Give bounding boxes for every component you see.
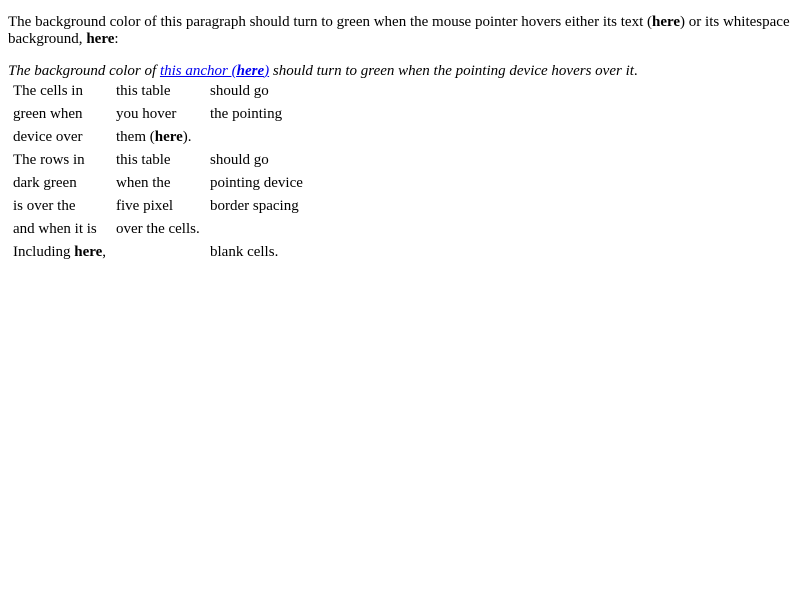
table-cell: and when it is — [13, 221, 97, 237]
cell-text: them ( — [116, 129, 155, 145]
cell-text: ). — [182, 129, 192, 145]
paragraph-text-3: : — [114, 31, 119, 47]
cell-text: , — [102, 244, 107, 260]
table-cell: over the cells. — [116, 221, 200, 237]
table-cell: The rows in — [13, 152, 85, 168]
table-cell[interactable]: this table — [115, 82, 204, 100]
table-cell[interactable]: device over — [12, 128, 110, 146]
hover-anchor-link[interactable]: this anchor (here) — [160, 63, 269, 79]
table-cell-empty — [209, 220, 304, 238]
hover-table: The cells in this table should go green … — [7, 77, 309, 266]
hover-paragraph[interactable]: The background color of this paragraph s… — [8, 14, 792, 48]
cell-here: here — [154, 129, 183, 145]
italic-paragraph: The background color of this anchor (her… — [8, 63, 792, 80]
table-cell: dark green — [13, 175, 77, 191]
table-cell: five pixel — [116, 198, 174, 214]
cell-here: here — [74, 244, 103, 260]
table-row[interactable]: is over the five pixel border spacing — [12, 197, 304, 215]
table-cell[interactable]: you hover — [115, 105, 204, 123]
table-cell: this table — [116, 152, 171, 168]
table-cell-empty — [115, 243, 204, 261]
table-cell[interactable]: them (here). — [115, 128, 204, 146]
table-cell[interactable]: The cells in — [12, 82, 110, 100]
table-cell[interactable]: should go — [209, 82, 304, 100]
table-cell[interactable]: the pointing — [209, 105, 304, 123]
table-row[interactable]: The rows in this table should go — [12, 151, 304, 169]
italic-text-after: should turn to green when the pointing d… — [269, 63, 634, 79]
table-cell: should go — [210, 152, 269, 168]
table-row[interactable]: and when it is over the cells. — [12, 220, 304, 238]
table-cell: pointing device — [210, 175, 303, 191]
page: The background color of this paragraph s… — [0, 0, 800, 266]
table-cell-empty[interactable] — [209, 128, 304, 146]
paragraph-text-1: The background color of this paragraph s… — [8, 14, 652, 30]
anchor-here: here — [236, 63, 265, 79]
table-row[interactable]: dark green when the pointing device — [12, 174, 304, 192]
italic-text-end: . — [633, 63, 638, 79]
italic-text-before: The background color of — [8, 63, 160, 79]
table-row: device over them (here). — [12, 128, 304, 146]
paragraph-here-1: here — [652, 14, 681, 30]
table-row: The cells in this table should go — [12, 82, 304, 100]
paragraph-here-2: here — [86, 31, 115, 47]
cell-text: Including — [13, 244, 75, 260]
table-cell: is over the — [13, 198, 76, 214]
table-cell: blank cells. — [210, 244, 279, 260]
table-cell[interactable]: green when — [12, 105, 110, 123]
table-cell: when the — [116, 175, 171, 191]
table-row: green when you hover the pointing — [12, 105, 304, 123]
table-cell: border spacing — [210, 198, 299, 214]
table-cell: Including here, — [12, 243, 110, 261]
table-row[interactable]: Including here, blank cells. — [12, 243, 304, 261]
anchor-text: this anchor ( — [159, 63, 237, 79]
